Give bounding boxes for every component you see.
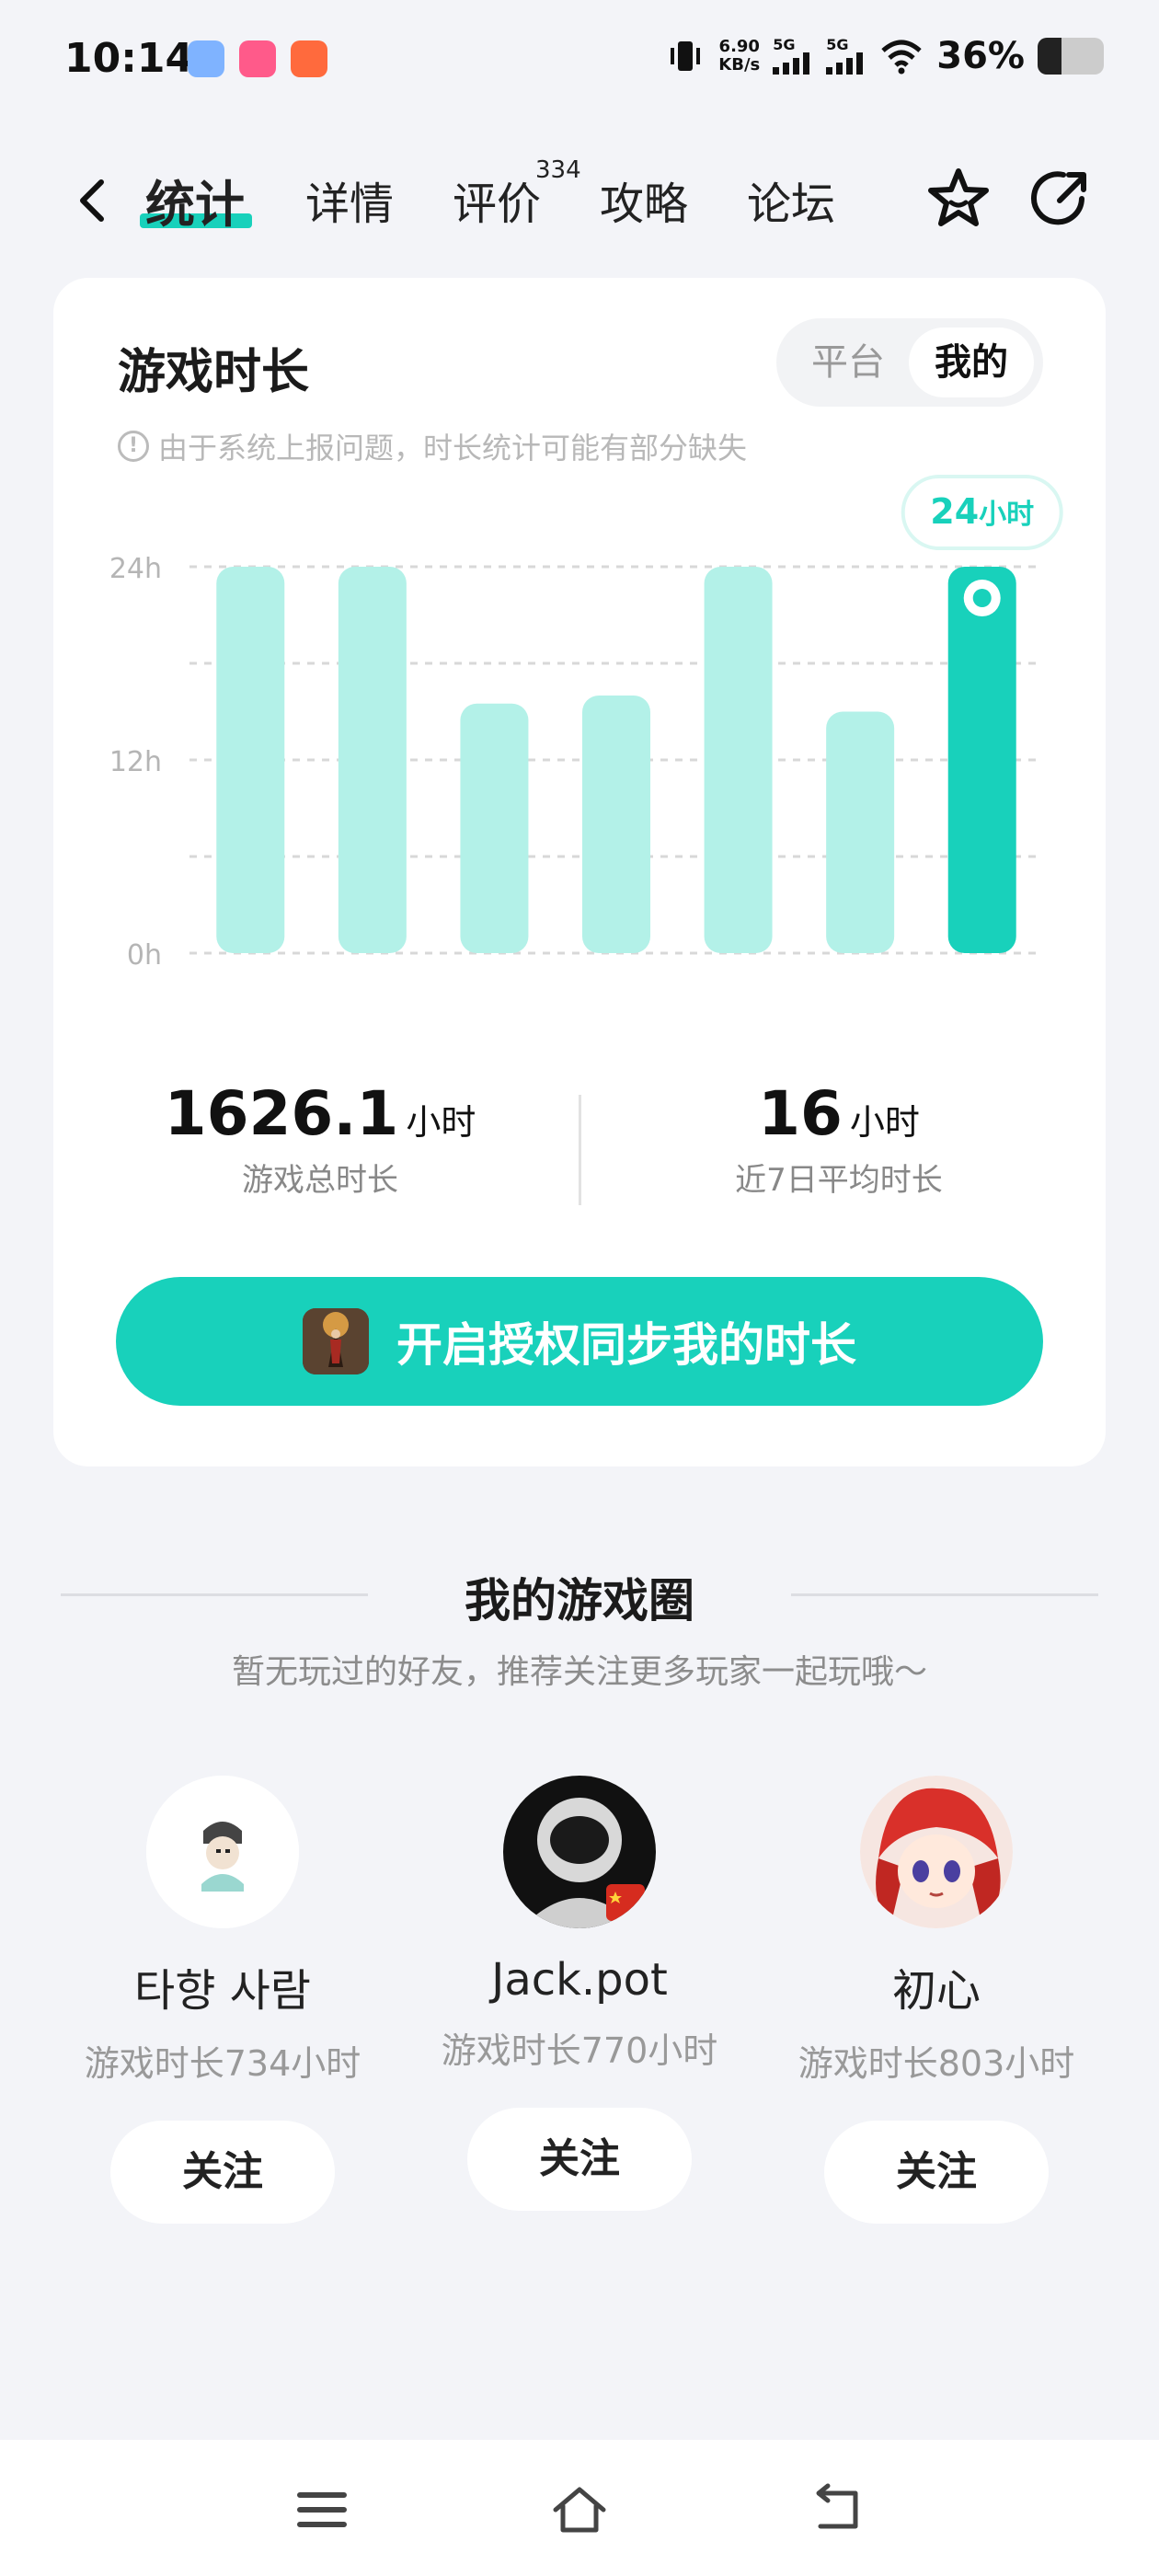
card-title: 游戏时长 xyxy=(118,345,310,400)
friend-playtime: 游戏时长734小时 xyxy=(84,2043,361,2084)
avatar[interactable] xyxy=(503,1776,656,1928)
game-icon xyxy=(303,1308,369,1374)
wifi-icon xyxy=(881,40,922,75)
signal-2: 5G xyxy=(826,38,866,75)
sync-playtime-button[interactable]: 开启授权同步我的时长 xyxy=(116,1277,1043,1406)
friend-card: 타향 사람 游戏时长734小时 关注 xyxy=(48,1776,397,2224)
tab-forum[interactable]: 论坛 xyxy=(747,167,835,232)
friend-card: 初心 游戏时长803小时 关注 xyxy=(762,1776,1111,2224)
stats-divider xyxy=(579,1095,581,1205)
friend-name: 타향 사람 xyxy=(134,1965,311,2017)
app-icon-2 xyxy=(239,40,276,77)
vibrate-icon xyxy=(671,41,701,71)
avg-label: 近7日平均时长 xyxy=(735,1162,943,1199)
info-icon: ! xyxy=(118,431,149,462)
avatar[interactable] xyxy=(860,1776,1013,1928)
toggle-platform[interactable]: 平台 xyxy=(786,328,911,397)
friend-card: Jack.pot 游戏时长770小时 关注 xyxy=(405,1776,754,2211)
battery-icon xyxy=(1038,38,1104,75)
chart-bar xyxy=(947,567,1016,953)
total-label: 游戏总时长 xyxy=(242,1162,398,1199)
back-chevron-icon[interactable] xyxy=(64,173,120,228)
signal-bars-icon xyxy=(773,52,810,75)
total-playtime: 1626.1 小时 游戏总时长 xyxy=(72,1078,568,1200)
chart-bar xyxy=(460,703,529,953)
follow-button[interactable]: 关注 xyxy=(824,2121,1049,2224)
star-icon[interactable] xyxy=(924,164,993,234)
menu-icon[interactable] xyxy=(293,2480,351,2539)
playtime-card: 游戏时长 平台 我的 ! 由于系统上报问题，时长统计可能有部分缺失 0h 12h 2… xyxy=(53,278,1106,1466)
average-playtime: 16 小时 近7日平均时长 xyxy=(591,1078,1087,1200)
top-nav: 统计 详情 评价 334 攻略 论坛 xyxy=(0,156,1159,248)
home-icon[interactable] xyxy=(550,2480,609,2539)
follow-button[interactable]: 关注 xyxy=(110,2121,335,2224)
total-unit: 小时 xyxy=(406,1102,476,1143)
status-bar: 10:14 6.90 KB/s 5G 5G 36% xyxy=(0,0,1159,120)
tooltip-value: 24 xyxy=(930,491,979,532)
chart-bar xyxy=(704,567,773,953)
source-toggle: 平台 我的 xyxy=(776,318,1043,407)
y-tick-label: 0h xyxy=(127,939,162,972)
chart-bar xyxy=(582,696,650,953)
section-title: 我的游戏圈 xyxy=(465,1574,694,1627)
chart-bar xyxy=(826,711,895,953)
friend-playtime: 游戏时长770小时 xyxy=(441,2030,718,2071)
friend-playtime: 游戏时长803小时 xyxy=(798,2043,1075,2084)
tab-reviews[interactable]: 评价 xyxy=(453,167,541,232)
tab-guides[interactable]: 攻略 xyxy=(600,167,688,232)
highlight-marker-inner xyxy=(972,589,992,607)
app-icon-3 xyxy=(291,40,327,77)
tooltip-unit: 小时 xyxy=(979,499,1034,531)
playtime-stats: 1626.1 小时 游戏总时长 16 小时 近7日平均时长 xyxy=(53,1078,1106,1244)
battery-percent: 36% xyxy=(936,35,1025,77)
y-tick-label: 12h xyxy=(109,746,162,778)
friend-name: 初心 xyxy=(891,1965,981,2017)
sync-button-label: 开启授权同步我的时长 xyxy=(396,1318,856,1372)
friend-name: Jack.pot xyxy=(491,1954,668,2006)
follow-button[interactable]: 关注 xyxy=(467,2108,692,2211)
review-count-badge: 334 xyxy=(535,156,581,184)
app-icon-1 xyxy=(188,40,224,77)
net-speed: 6.90 KB/s xyxy=(718,37,761,75)
avg-unit: 小时 xyxy=(849,1102,920,1143)
status-time: 10:14 xyxy=(64,35,194,82)
section-divider-right xyxy=(791,1593,1098,1596)
y-tick-label: 24h xyxy=(109,553,162,585)
share-icon[interactable] xyxy=(1027,164,1096,234)
tab-details[interactable]: 详情 xyxy=(305,167,394,232)
avatar[interactable] xyxy=(146,1776,299,1928)
back-icon[interactable] xyxy=(808,2480,866,2539)
signal-bars-icon xyxy=(826,52,864,75)
total-value: 1626.1 xyxy=(164,1078,399,1149)
chart-bar xyxy=(338,567,407,953)
tab-stats[interactable]: 统计 xyxy=(145,164,245,236)
system-nav-bar xyxy=(0,2440,1159,2576)
playtime-bar-chart: 0h12h24h9.229.239.249.259.269.279.2824小时 xyxy=(109,475,1063,972)
avg-value: 16 xyxy=(758,1078,843,1149)
toggle-mine[interactable]: 我的 xyxy=(909,328,1034,397)
signal-1: 5G xyxy=(773,38,813,75)
chart-bar xyxy=(216,567,285,953)
section-subtitle: 暂无玩过的好友，推荐关注更多玩家一起玩哦～ xyxy=(231,1653,927,1691)
